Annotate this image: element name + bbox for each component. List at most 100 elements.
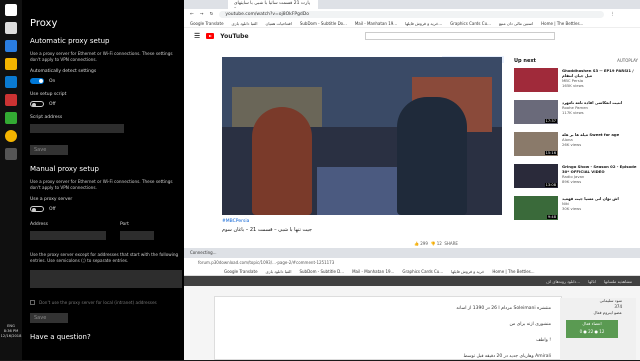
video-title: Gringo Show - Season 02 - Episode 30* OF… xyxy=(562,164,637,174)
browser-tabs[interactable]: Connecting... xyxy=(184,248,640,258)
up-next-label: Up next xyxy=(514,58,536,64)
video-desk xyxy=(317,167,407,215)
exceptions-input[interactable] xyxy=(30,270,182,288)
bookmark-item[interactable]: Home | The Bettles... xyxy=(492,267,534,275)
bookmark-item[interactable]: استین مالی دان منبع xyxy=(499,21,533,26)
store-icon[interactable] xyxy=(5,76,17,88)
menu-icon[interactable]: ⋮ xyxy=(610,12,640,17)
setup-script-label: Use setup script xyxy=(30,92,67,97)
detect-settings-toggle[interactable] xyxy=(30,78,44,84)
use-proxy-label: Use a proxy server xyxy=(30,197,73,202)
script-address-input[interactable] xyxy=(30,124,124,133)
video-views: 89K views xyxy=(562,179,582,184)
video-duration: 9:48 xyxy=(546,215,557,219)
bookmark-item[interactable]: خرید و فروش فایلها xyxy=(451,267,484,275)
folder-icon[interactable] xyxy=(5,58,17,70)
search-input[interactable] xyxy=(364,32,555,40)
detect-settings-label: Automatically detect settings xyxy=(30,69,97,74)
bookmarks-bar: Google Translate الفبا دانلود بازی افتتاحی… xyxy=(184,19,640,28)
date: 12/16/2018 xyxy=(0,334,22,338)
edge-icon[interactable] xyxy=(5,40,17,52)
manual-proxy-desc: Use a proxy server for Ethernet or Wi-Fi… xyxy=(30,179,173,190)
bookmark-item[interactable]: افتتاحیات همیان xyxy=(265,21,291,26)
local-checkbox[interactable] xyxy=(30,300,35,305)
video-views: 30K views xyxy=(562,206,582,211)
back-icon[interactable]: ← xyxy=(190,12,194,17)
up-next-item[interactable]: Ghoddhoshen S3 -- EP19 PARSI1 / میل جیان… xyxy=(514,68,638,94)
address-bar[interactable]: youtube.com/watch?v=oj8OkFPgdDo xyxy=(219,10,604,18)
bookmark-item[interactable]: SubDom - Subtitle D... xyxy=(299,267,344,275)
forum-nav-item[interactable]: مشاهذیه ملسانها xyxy=(604,279,632,284)
youtube-browser-window: پارت 21 قسمت ساتیا با شبی با سایتهای – ←… xyxy=(184,0,640,248)
bookmark-item[interactable]: SubDom - Subtitle Do... xyxy=(300,21,347,26)
taskbar xyxy=(0,0,22,360)
reload-icon[interactable]: ↻ xyxy=(210,12,214,17)
video-thumbnail[interactable]: 9:48 xyxy=(514,196,558,220)
bookmark-item[interactable]: Mail - Manhatan 19... xyxy=(352,267,394,275)
share-button[interactable]: SHARE xyxy=(444,241,458,246)
settings-icon[interactable] xyxy=(5,148,17,160)
video-thumbnail[interactable]: 13:08 xyxy=(514,164,558,188)
hamburger-icon[interactable]: ☰ xyxy=(194,32,200,40)
toggle-state: Off xyxy=(49,206,56,212)
youtube-logo-icon[interactable] xyxy=(206,33,215,39)
up-next-item[interactable]: 13:08 Gringo Show - Season 02 - Episode 3… xyxy=(514,164,638,190)
bookmark-item[interactable]: الفبا دانلود بازی xyxy=(266,267,292,275)
forum-nav-item[interactable]: دانلود روندهای اف... xyxy=(546,279,580,284)
address-bar[interactable]: forum.p30download.com/topic/1093/...-pag… xyxy=(184,258,640,267)
address-input[interactable] xyxy=(30,231,106,240)
video-duration: 13:08 xyxy=(544,183,557,187)
setup-script-toggle[interactable] xyxy=(30,101,44,107)
forum-post: مردام ا 26 در 1390 از اسانه Soleimani من… xyxy=(214,296,562,360)
port-input[interactable] xyxy=(120,231,154,240)
up-next-item[interactable]: 15:16 میله ها بر هله Sweet for age Alona 26… xyxy=(514,132,638,158)
bookmark-item[interactable]: Mail - Manhatan 19... xyxy=(355,21,397,26)
up-next-item[interactable]: 17:37 انتیت انعکاسی افاده نامه نامهرد Rooh… xyxy=(514,100,638,126)
post-meta: مردام ا 26 در 1390 از اسانه Soleimani من… xyxy=(456,306,551,311)
question-heading: Have a question? xyxy=(30,333,91,341)
bookmark-item[interactable]: الفبا دانلود بازی xyxy=(232,21,258,26)
bookmark-item[interactable]: Home | The Bettles... xyxy=(541,21,583,26)
video-hashtag[interactable]: #MBCPersia xyxy=(222,219,249,224)
like-icon[interactable]: 👍 xyxy=(414,241,419,246)
browser-tab[interactable]: پارت 21 قسمت ساتیا با شبی با سایتهای – xyxy=(228,0,318,11)
bookmarks-bar: Google Translate الفبا دانلود بازی SubDom … xyxy=(184,267,640,276)
post-signature: واطف ! xyxy=(536,338,551,343)
clock[interactable]: ENG 8:36 PM 12/16/2018 xyxy=(0,324,22,339)
app-icon-2[interactable] xyxy=(5,112,17,124)
post-body: منشوری ازنه برای من xyxy=(509,322,551,327)
toggle-state: Off xyxy=(49,101,56,107)
video-duration: 15:16 xyxy=(544,151,557,155)
save-button-2[interactable]: Save xyxy=(30,313,68,323)
autoplay-label[interactable]: AUTOPLAY xyxy=(617,58,638,64)
video-views: 165K views xyxy=(562,83,584,88)
video-duration: 17:37 xyxy=(544,119,557,123)
video-host xyxy=(397,97,467,215)
toggle-state: On xyxy=(49,78,56,84)
video-thumbnail[interactable] xyxy=(514,68,558,92)
up-next-item[interactable]: 9:48 اش توان انی مسیا جیت فهمید Niki 30K vi… xyxy=(514,196,638,222)
save-button[interactable]: Save xyxy=(30,145,68,155)
video-thumbnail[interactable]: 17:37 xyxy=(514,100,558,124)
video-title: جیت تنها با شبی – قسمت 21 – باغان سوم xyxy=(222,227,312,233)
user-card: منود سلیمانی 374 عضو اینروم فعال اعضاء ف… xyxy=(560,298,636,360)
bookmark-item[interactable]: Google Translate xyxy=(224,267,258,275)
local-checkbox-label: Don't use the proxy server for local (in… xyxy=(39,300,157,305)
chrome-icon[interactable] xyxy=(5,130,17,142)
youtube-name: YouTube xyxy=(220,32,249,40)
up-next-sidebar: Up next AUTOPLAY Ghoddhoshen S3 -- EP19 P… xyxy=(514,58,638,228)
video-player[interactable] xyxy=(222,57,502,215)
search-icon[interactable] xyxy=(5,22,17,34)
bookmark-item[interactable]: خرید و فروش فایلها... xyxy=(405,21,442,26)
user-role: عضو اینروم فعال xyxy=(593,310,622,315)
video-thumbnail[interactable]: 15:16 xyxy=(514,132,558,156)
app-icon[interactable] xyxy=(5,94,17,106)
bookmark-item[interactable]: Graphics Cards Cu... xyxy=(402,267,443,275)
start-icon[interactable] xyxy=(5,4,17,16)
use-proxy-toggle[interactable] xyxy=(30,206,44,212)
forward-icon[interactable]: → xyxy=(200,12,204,17)
bookmark-item[interactable]: Graphics Cards Cu... xyxy=(450,21,491,26)
bookmark-item[interactable]: Google Translate xyxy=(190,21,224,26)
dislike-icon[interactable]: 👎 xyxy=(430,241,435,246)
forum-nav-item[interactable]: انالها xyxy=(588,279,596,284)
